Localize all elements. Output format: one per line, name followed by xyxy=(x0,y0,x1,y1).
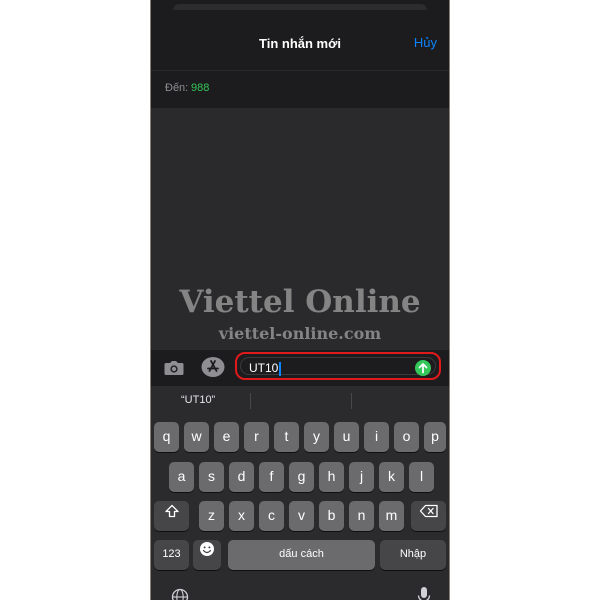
emoji-key[interactable] xyxy=(193,540,221,570)
key-j[interactable]: j xyxy=(349,462,374,492)
shift-key[interactable] xyxy=(154,501,189,531)
recipient-row[interactable]: Đến: 988 xyxy=(151,70,449,109)
suggestion-divider xyxy=(351,393,352,409)
page-title: Tin nhắn mới xyxy=(259,36,341,51)
space-key[interactable]: dấu cách xyxy=(228,540,375,570)
watermark-title: Viettel Online xyxy=(179,284,421,320)
return-key[interactable]: Nhập xyxy=(380,540,446,570)
phone-screen: Tin nhắn mới Hủy Đến: 988 Viettel Online… xyxy=(150,0,450,600)
key-w[interactable]: w xyxy=(184,422,209,452)
key-q[interactable]: q xyxy=(154,422,179,452)
key-i[interactable]: i xyxy=(364,422,389,452)
keyboard: “UT10” q w e r t y u i o p a s d f g h j… xyxy=(151,386,449,600)
sheet-background-card xyxy=(173,4,427,10)
key-d[interactable]: d xyxy=(229,462,254,492)
key-x[interactable]: x xyxy=(229,501,254,531)
key-r[interactable]: r xyxy=(244,422,269,452)
globe-icon[interactable] xyxy=(171,588,189,600)
highlight-outline: UT10 xyxy=(235,352,441,380)
key-p[interactable]: p xyxy=(424,422,446,452)
key-c[interactable]: c xyxy=(259,501,284,531)
key-b[interactable]: b xyxy=(319,501,344,531)
key-t[interactable]: t xyxy=(274,422,299,452)
recipient-value[interactable]: 988 xyxy=(191,82,209,94)
watermark-url: viettel-online.com xyxy=(218,324,382,343)
text-cursor xyxy=(279,361,281,376)
message-input-text: UT10 xyxy=(249,361,279,375)
key-u[interactable]: u xyxy=(334,422,359,452)
camera-icon[interactable] xyxy=(163,359,185,382)
predictive-bar: “UT10” xyxy=(151,386,449,416)
send-button[interactable] xyxy=(415,360,431,376)
navigation-bar: Tin nhắn mới Hủy xyxy=(151,12,449,70)
compose-bar: UT10 xyxy=(151,350,449,386)
key-k[interactable]: k xyxy=(379,462,404,492)
key-l[interactable]: l xyxy=(409,462,434,492)
message-input[interactable]: UT10 xyxy=(240,357,436,376)
key-v[interactable]: v xyxy=(289,501,314,531)
emoji-icon xyxy=(199,540,215,568)
key-n[interactable]: n xyxy=(349,501,374,531)
app-store-icon[interactable] xyxy=(201,356,225,383)
cancel-button[interactable]: Hủy xyxy=(414,35,437,50)
numbers-key[interactable]: 123 xyxy=(154,540,189,570)
key-s[interactable]: s xyxy=(199,462,224,492)
key-e[interactable]: e xyxy=(214,422,239,452)
key-g[interactable]: g xyxy=(289,462,314,492)
microphone-icon[interactable] xyxy=(417,586,431,600)
recipient-label: Đến: xyxy=(165,82,189,94)
key-z[interactable]: z xyxy=(199,501,224,531)
key-o[interactable]: o xyxy=(394,422,419,452)
backspace-key[interactable] xyxy=(411,501,446,531)
key-m[interactable]: m xyxy=(379,501,404,531)
shift-icon xyxy=(164,501,180,529)
send-arrow-icon xyxy=(418,363,428,374)
suggestion-1[interactable]: “UT10” xyxy=(181,394,215,406)
key-f[interactable]: f xyxy=(259,462,284,492)
suggestion-divider xyxy=(250,393,251,409)
key-h[interactable]: h xyxy=(319,462,344,492)
key-y[interactable]: y xyxy=(304,422,329,452)
backspace-icon xyxy=(419,501,439,529)
key-a[interactable]: a xyxy=(169,462,194,492)
